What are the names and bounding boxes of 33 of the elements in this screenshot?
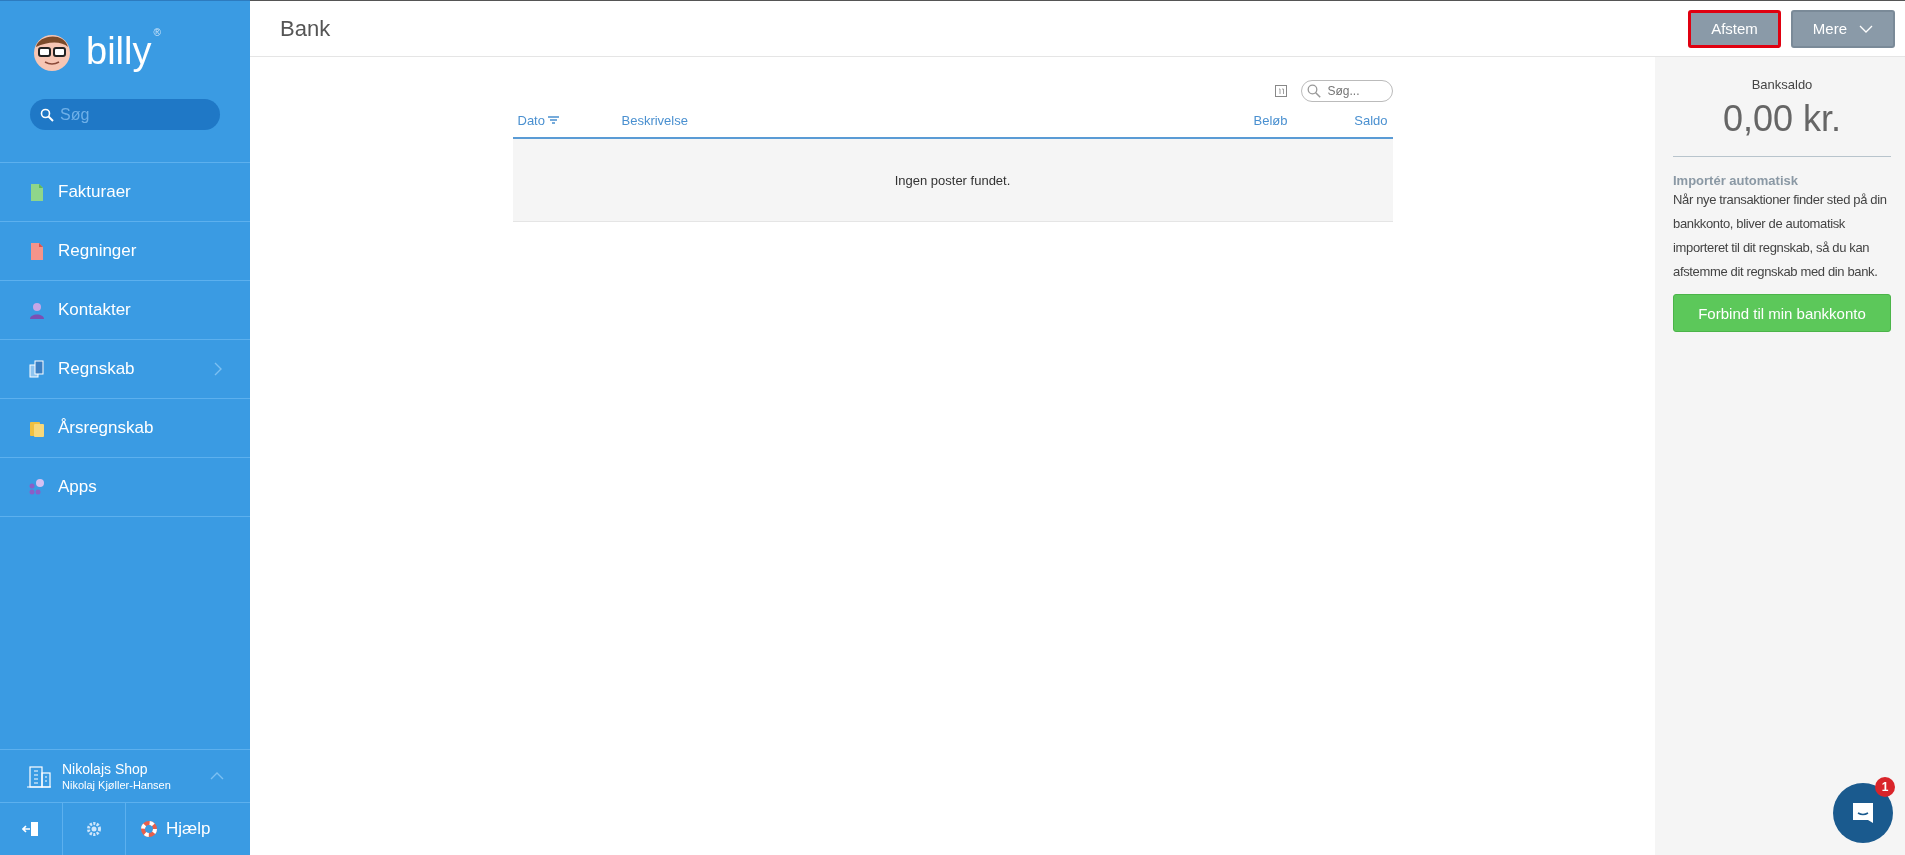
page-title: Bank [280,15,332,42]
apps-icon [28,477,46,497]
chevron-up-icon[interactable] [210,772,224,780]
chat-bubble-icon [1850,800,1876,826]
contacts-icon [28,300,46,320]
reconcile-button[interactable]: Afstem [1688,9,1781,48]
column-header[interactable]: Beskrivelse [616,112,1173,128]
chevron-down-icon [1859,24,1873,33]
column-header[interactable]: Saldo [1292,112,1393,128]
logo-text: billy [86,29,152,73]
registered-mark: ® [153,27,161,38]
dropdown-button[interactable]: Mere [1790,9,1895,48]
connect-bank-button[interactable]: Forbind til min bankkonto [1673,294,1891,332]
calendar-icon[interactable] [1274,85,1287,97]
invoices-icon [28,182,46,202]
balance-label: Banksaldo [1750,77,1814,92]
bills-icon [28,241,46,261]
import-description: Når nye transaktioner finder sted på din bankkonto, bliver de automatisk importeret til dit regnskab, så du kan afstemme dit regnskab med din bank. [1673,191,1888,281]
column-header[interactable]: Beløb [1172,112,1293,128]
import-title: Importér automatisk [1673,173,1799,188]
logout-icon[interactable] [22,821,40,837]
help-link[interactable]: Hjælp [126,803,211,855]
user-name: Nikolaj Kjøller-Hansen [62,779,172,791]
settings-icon[interactable] [86,821,102,837]
empty-message: Ingen poster fundet. [512,139,1393,222]
building-icon [26,763,52,789]
company-name: Nikolajs Shop [62,761,149,777]
accounting-icon [28,359,46,379]
balance-amount: 0,00 kr. [1721,98,1843,140]
column-header[interactable]: Dato [512,112,617,128]
lifebuoy-icon [140,820,158,838]
table-search-field[interactable]: Søg... [1300,80,1393,102]
search-field[interactable]: Søg [30,99,220,130]
